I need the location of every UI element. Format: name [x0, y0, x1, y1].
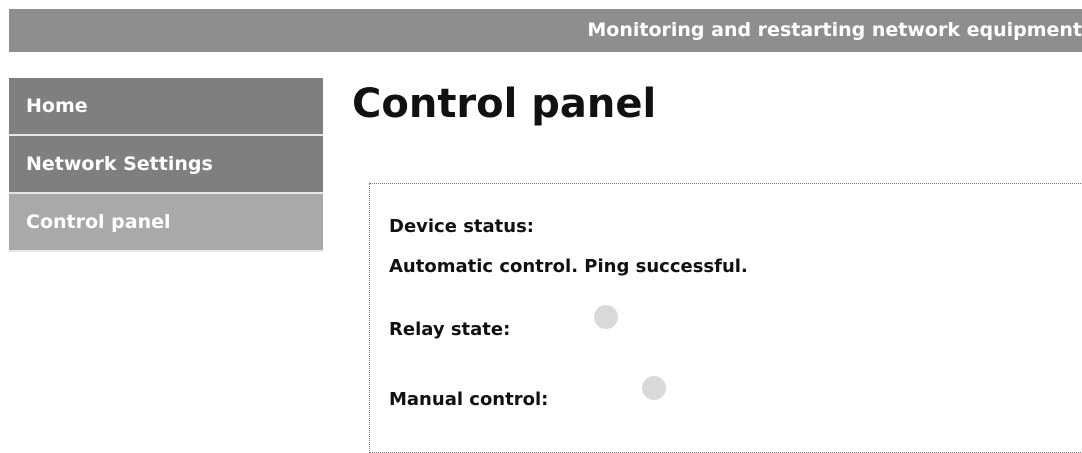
device-status-label: Device status: [389, 216, 534, 237]
relay-state-label: Relay state: [389, 319, 511, 340]
sidebar-item-label: Control panel [26, 211, 171, 233]
header-banner: Monitoring and restarting network equipm… [9, 9, 1082, 52]
sidebar-item-network-settings[interactable]: Network Settings [9, 136, 323, 194]
sidebar-item-label: Network Settings [26, 153, 213, 175]
sidebar-item-control-panel[interactable]: Control panel [9, 194, 323, 252]
sidebar-item-label: Home [26, 95, 88, 117]
page-title: Control panel [352, 81, 657, 127]
header-title: Monitoring and restarting network equipm… [587, 19, 1082, 41]
manual-control-label: Manual control: [389, 389, 549, 410]
sidebar: Home Network Settings Control panel [9, 78, 323, 252]
status-panel: Device status: Automatic control. Ping s… [369, 183, 1082, 453]
manual-control-toggle[interactable] [642, 376, 666, 400]
sidebar-item-home[interactable]: Home [9, 78, 323, 136]
device-status-value: Automatic control. Ping successful. [389, 256, 748, 277]
relay-state-indicator [594, 305, 618, 329]
